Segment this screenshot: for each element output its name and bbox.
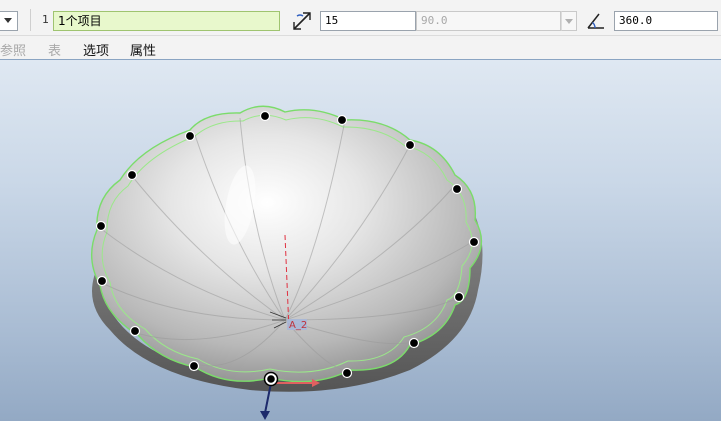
increment-input[interactable]: 15 bbox=[320, 11, 416, 31]
tab-table: 表 bbox=[48, 44, 62, 59]
tab-options[interactable]: 选项 bbox=[83, 40, 109, 59]
toolbar-separator bbox=[30, 9, 31, 31]
total-angle-icon[interactable] bbox=[585, 10, 607, 32]
chevron-down-icon bbox=[4, 18, 12, 23]
pattern-member-dot[interactable] bbox=[95, 220, 107, 232]
tab-references: 参照 bbox=[0, 44, 27, 59]
pattern-member-dot[interactable] bbox=[129, 325, 141, 337]
chevron-down-icon bbox=[565, 19, 573, 24]
shell-body bbox=[91, 105, 483, 383]
pattern-member-dot[interactable] bbox=[188, 360, 200, 372]
dashboard-tabs: 参照 表 选项 属性 bbox=[0, 36, 721, 60]
pattern-member-dot[interactable] bbox=[96, 275, 108, 287]
angle-tag[interactable]: A_2 bbox=[289, 320, 307, 331]
disabled-value-dropdown bbox=[561, 11, 577, 31]
pattern-member-dot[interactable] bbox=[126, 169, 138, 181]
pattern-member-dot[interactable] bbox=[341, 367, 353, 379]
pattern-member-dot[interactable] bbox=[451, 183, 463, 195]
axis-arrowhead bbox=[260, 411, 270, 420]
model-canvas: A_2 bbox=[91, 105, 483, 420]
pattern-member-dot[interactable] bbox=[404, 139, 416, 151]
pattern-type-dropdown[interactable] bbox=[0, 11, 18, 31]
pattern-member-dot[interactable] bbox=[468, 236, 480, 248]
pattern-member-dot[interactable] bbox=[453, 291, 465, 303]
pattern-member-dot[interactable] bbox=[184, 130, 196, 142]
leader-member-dot bbox=[267, 375, 275, 383]
item-index-label: 1 bbox=[42, 13, 49, 26]
tab-properties[interactable]: 属性 bbox=[130, 40, 156, 59]
model-viewport[interactable]: A_2 bbox=[0, 60, 721, 421]
increment-icon[interactable] bbox=[291, 10, 313, 32]
pattern-dashboard-toolbar: 1 1个项目 15 90.0 360.0 bbox=[0, 0, 721, 36]
pattern-member-dot[interactable] bbox=[408, 337, 420, 349]
pattern-member-dot[interactable] bbox=[336, 114, 348, 126]
total-angle-input[interactable]: 360.0 bbox=[614, 11, 718, 31]
disabled-value-input: 90.0 bbox=[416, 11, 561, 31]
pattern-items-field[interactable]: 1个项目 bbox=[53, 11, 280, 31]
pattern-member-dot[interactable] bbox=[259, 110, 271, 122]
